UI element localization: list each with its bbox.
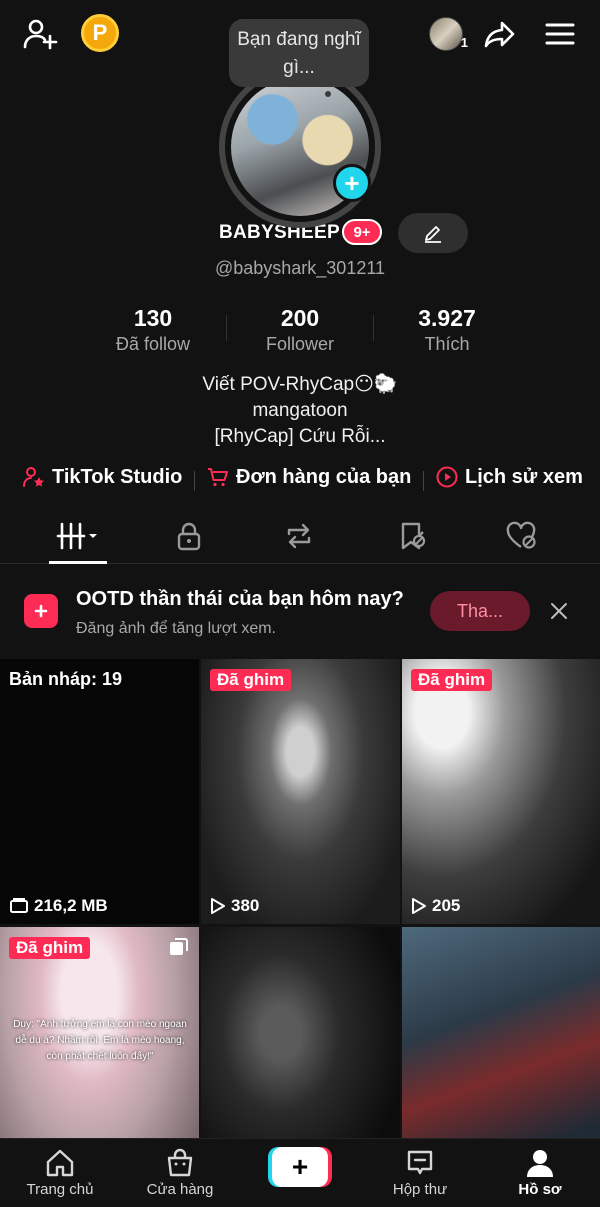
tab-videos[interactable] <box>28 508 128 564</box>
drafts-size-value: 216,2 MB <box>34 896 108 915</box>
studio-icon <box>23 467 44 487</box>
cart-icon <box>208 468 228 487</box>
view-count-value: 380 <box>231 896 260 915</box>
notification-badge[interactable]: 9+ <box>342 219 382 245</box>
link-label: TikTok Studio <box>52 465 183 488</box>
bio-line: mangatoon <box>252 400 348 421</box>
multi-photo-icon <box>170 938 188 955</box>
pinned-badge: Đã ghim <box>9 937 91 959</box>
divider <box>194 471 195 491</box>
profile-bio[interactable]: Viết POV-RhyCap😶🐑 mangatoon [RhyCap] Cứu… <box>0 372 600 450</box>
videos-grid-icon <box>56 522 97 550</box>
mini-avatar <box>429 17 463 51</box>
watch-history-link[interactable]: Lịch sử xem <box>435 465 583 489</box>
inbox-icon <box>407 1150 433 1175</box>
heart-hidden-icon <box>506 521 536 549</box>
pinned-badge: Đã ghim <box>210 669 292 691</box>
storage-icon <box>10 898 28 913</box>
account-count: 1 <box>460 35 468 50</box>
divider <box>226 315 227 341</box>
view-count: 205 <box>411 896 460 916</box>
tab-liked[interactable] <box>472 508 572 564</box>
promo-title: OOTD thần thái của bạn hôm nay? <box>76 588 404 610</box>
content-tabs <box>0 508 600 564</box>
bio-line: Viết POV-RhyCap😶🐑 <box>202 374 398 395</box>
account-switcher[interactable]: 1 <box>424 16 468 52</box>
tab-private[interactable] <box>139 508 239 564</box>
stat-followers[interactable]: 200 Follower <box>235 305 365 355</box>
thought-bubble[interactable]: Bạn đang nghĩ gì... <box>229 19 369 97</box>
nav-shop[interactable]: Cửa hàng <box>130 1145 230 1198</box>
nav-label: Hộp thư <box>392 1181 448 1198</box>
nav-label: Hồ sơ <box>518 1181 562 1198</box>
repost-icon <box>287 523 311 549</box>
divider <box>423 471 424 491</box>
pencil-icon <box>425 226 441 243</box>
user-handle: @babyshark_301211 <box>214 258 386 278</box>
bookmark-hidden-icon <box>401 522 426 550</box>
play-icon <box>412 898 426 914</box>
profile-icon <box>527 1150 553 1177</box>
promo-join-button[interactable]: Tha... <box>430 591 530 631</box>
menu-icon[interactable] <box>540 14 580 54</box>
bio-line: [RhyCap] Cứu Rỗi... <box>214 426 386 447</box>
add-friend-icon[interactable] <box>20 14 60 54</box>
shopping-bag-icon <box>167 1148 193 1177</box>
play-icon <box>211 898 225 914</box>
lock-icon <box>177 522 201 551</box>
home-icon <box>46 1149 74 1177</box>
edit-profile-button[interactable] <box>398 213 468 253</box>
drafts-size: 216,2 MB <box>9 896 108 916</box>
camera-plus-icon <box>24 594 58 628</box>
drafts-tile[interactable]: Bản nháp: 19 216,2 MB <box>0 659 199 924</box>
divider <box>373 315 374 341</box>
stat-label: Follower <box>265 334 335 354</box>
promo-subtitle: Đăng ảnh để tăng lượt xem. <box>76 620 276 637</box>
ootd-promo-banner: OOTD thần thái của bạn hôm nay? Đăng ảnh… <box>0 572 600 652</box>
stat-likes[interactable]: 3.927 Thích <box>382 305 512 355</box>
stat-label: Đã follow <box>115 334 191 354</box>
nav-label: Cửa hàng <box>146 1181 214 1198</box>
quick-links: TikTok Studio Đơn hàng của bạn Lịch sử x… <box>0 465 600 495</box>
add-story-button[interactable]: + <box>333 164 371 202</box>
video-grid: Bản nháp: 19 216,2 MB Đã ghim 380 Đã ghi… <box>0 659 600 1192</box>
coin-icon[interactable]: P <box>81 14 119 52</box>
active-tab-indicator <box>49 561 107 564</box>
bottom-navigation: Trang chủ Cửa hàng + Hộp thư Hồ sơ <box>0 1138 600 1207</box>
profile-stats: 130 Đã follow 200 Follower 3.927 Thích <box>0 305 600 355</box>
nav-profile[interactable]: Hồ sơ <box>490 1145 590 1198</box>
nav-label: Trang chủ <box>26 1181 94 1198</box>
video-tile[interactable]: Đã ghim 380 <box>201 659 400 924</box>
play-circle-icon <box>436 466 458 488</box>
tab-favorites[interactable] <box>362 508 462 564</box>
stat-label: Thích <box>424 334 470 354</box>
tab-reposts[interactable] <box>249 508 349 564</box>
close-icon[interactable] <box>546 598 572 624</box>
nav-home[interactable]: Trang chủ <box>10 1145 110 1198</box>
profile-avatar[interactable] <box>219 66 381 228</box>
create-button[interactable]: + <box>268 1147 332 1187</box>
stat-value: 130 <box>133 305 173 331</box>
pinned-badge: Đã ghim <box>411 669 493 691</box>
link-label: Lịch sử xem <box>465 465 583 488</box>
plus-icon: + <box>272 1147 328 1187</box>
drafts-label: Bản nháp: 19 <box>9 669 123 689</box>
stat-following[interactable]: 130 Đã follow <box>88 305 218 355</box>
view-count-value: 205 <box>432 896 461 915</box>
nav-inbox[interactable]: Hộp thư <box>370 1145 470 1198</box>
share-icon[interactable] <box>480 14 520 54</box>
orders-link[interactable]: Đơn hàng của bạn <box>206 465 411 489</box>
tiktok-studio-link[interactable]: TikTok Studio <box>22 465 182 489</box>
stat-value: 200 <box>280 305 320 331</box>
view-count: 380 <box>210 896 259 916</box>
photo-caption: Duy: "Anh tưởng em là con mèo ngoan dễ d… <box>13 1019 187 1062</box>
link-label: Đơn hàng của bạn <box>236 465 412 488</box>
video-tile[interactable]: Đã ghim 205 <box>402 659 600 924</box>
stat-value: 3.927 <box>418 305 476 331</box>
